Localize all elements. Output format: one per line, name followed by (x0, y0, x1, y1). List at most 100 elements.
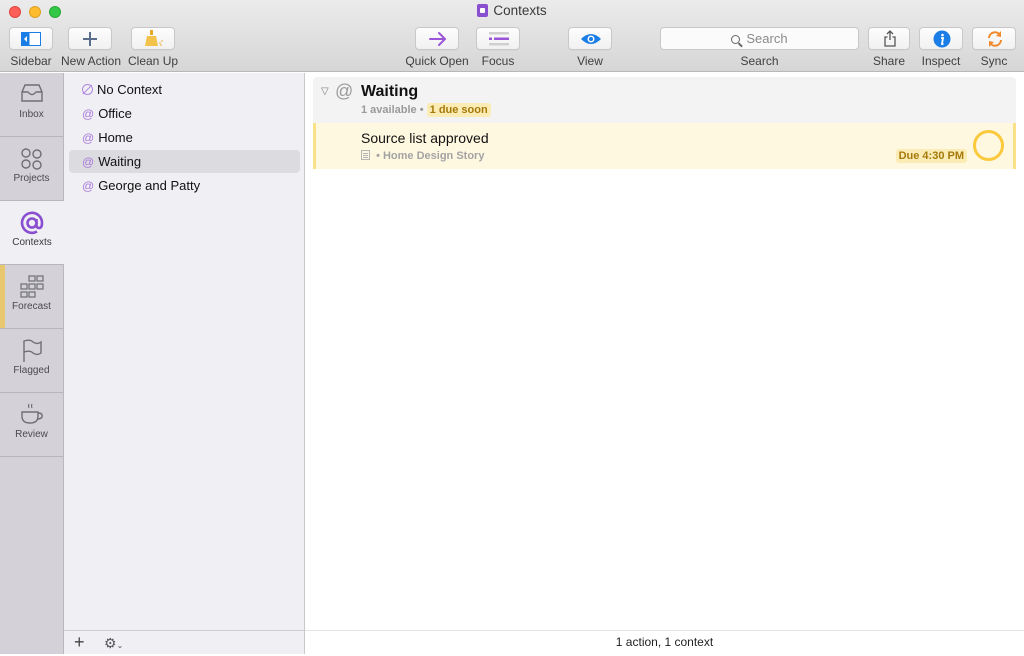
focus-label: Focus (481, 54, 515, 68)
forecast-icon (19, 275, 44, 298)
broom-icon (145, 30, 163, 46)
context-label: Office (98, 106, 132, 121)
info-icon (933, 30, 951, 48)
toolbar-new-action[interactable]: New Action (61, 27, 122, 68)
share-label: Share (872, 54, 906, 68)
at-icon (20, 211, 44, 235)
eye-icon (581, 34, 601, 44)
toolbar-sync[interactable]: Sync (972, 27, 1016, 68)
new-action-label: New Action (61, 54, 122, 68)
clean-up-label: Clean Up (128, 54, 179, 68)
inspect-label: Inspect (921, 54, 961, 68)
tab-flagged-label: Flagged (13, 365, 50, 376)
focus-button[interactable] (476, 27, 520, 50)
sidebar-button[interactable] (9, 27, 53, 50)
toolbar-search[interactable]: Search Search (660, 27, 859, 68)
search-input[interactable]: Search (660, 27, 859, 50)
add-context-button[interactable]: + (74, 631, 85, 653)
focus-list-icon (489, 32, 509, 46)
search-label: Search (740, 54, 779, 68)
perspective-tab-bar: Inbox Projects Contexts Forecast Flagged… (0, 73, 64, 654)
separator-dot: • (419, 104, 424, 116)
due-soon-badge: 1 due soon (426, 103, 491, 117)
sidebar-item-home[interactable]: @ Home (69, 126, 300, 149)
inbox-icon (20, 84, 43, 102)
action-row[interactable]: Source list approved • Home Design Story… (313, 123, 1016, 169)
tab-review-label: Review (15, 429, 48, 440)
tab-inbox-label: Inbox (19, 109, 44, 120)
quick-open-button[interactable] (415, 27, 459, 50)
sync-label: Sync (980, 54, 1008, 68)
at-icon: @ (82, 131, 95, 145)
at-icon: @ (335, 81, 354, 101)
sidebar-toggle-icon (21, 32, 41, 46)
sync-button[interactable] (972, 27, 1016, 50)
separator-dot: • (376, 150, 380, 162)
toolbar-sidebar[interactable]: Sidebar (9, 27, 53, 68)
context-label: No Context (97, 82, 163, 97)
tab-contexts[interactable]: Contexts (0, 201, 64, 265)
contexts-sidebar: No Context @ Office @ Home @ Waiting @ Georg… (64, 73, 305, 654)
action-title[interactable]: Source list approved (361, 130, 489, 146)
sidebar-item-office[interactable]: @ Office (69, 102, 300, 125)
gear-icon: ⚙ (104, 635, 117, 651)
sidebar-item-no-context[interactable]: No Context (69, 78, 300, 101)
toolbar-inspect[interactable]: Inspect (918, 27, 964, 68)
sidebar-label: Sidebar (10, 54, 52, 68)
plus-icon (83, 32, 97, 46)
at-icon: @ (82, 155, 95, 169)
clean-up-button[interactable] (131, 27, 175, 50)
window-title-text: Contexts (493, 3, 547, 18)
toolbar-focus[interactable]: Focus (476, 27, 520, 68)
tab-inbox[interactable]: Inbox (0, 73, 63, 137)
at-icon: @ (82, 179, 95, 193)
tab-forecast[interactable]: Forecast (0, 265, 63, 329)
toolbar-clean-up[interactable]: Clean Up (128, 27, 178, 68)
action-meta: • Home Design Story (361, 150, 484, 162)
sync-icon (988, 31, 1002, 47)
complete-checkbox[interactable] (973, 130, 1004, 161)
sidebar-footer: + ⚙⌄ (64, 630, 304, 654)
forecast-due-indicator (0, 265, 5, 328)
view-label: View (577, 54, 603, 68)
context-group-header[interactable]: ▽ @ Waiting 1 available • 1 due soon (313, 77, 1016, 123)
tab-projects[interactable]: Projects (0, 137, 63, 201)
new-action-button[interactable] (68, 27, 112, 50)
sidebar-item-waiting[interactable]: @ Waiting (69, 150, 300, 173)
sidebar-item-george-and-patty[interactable]: @ George and Patty (69, 174, 300, 197)
window-title: Contexts (0, 3, 1024, 18)
available-count: 1 available (361, 104, 417, 116)
group-summary: 1 available • 1 due soon (361, 103, 491, 117)
due-date-badge: Due 4:30 PM (895, 149, 967, 163)
share-icon (884, 30, 896, 47)
context-label: Home (98, 130, 133, 145)
share-button[interactable] (868, 27, 910, 50)
disclosure-triangle-icon[interactable]: ▽ (321, 86, 329, 97)
coffee-cup-icon (20, 403, 43, 424)
flag-icon (22, 339, 42, 362)
context-label: George and Patty (98, 178, 201, 193)
search-placeholder: Search (746, 31, 788, 46)
project-name: Home Design Story (382, 150, 485, 162)
toolbar-view[interactable]: View (568, 27, 612, 68)
main-outline: ▽ @ Waiting 1 available • 1 due soon Sou… (305, 73, 1024, 654)
chevron-down-icon: ⌄ (116, 641, 124, 650)
projects-icon (20, 148, 42, 170)
settings-menu-button[interactable]: ⚙⌄ (104, 633, 123, 656)
no-context-icon (82, 84, 93, 95)
group-title: Waiting (361, 83, 419, 100)
tab-projects-label: Projects (13, 173, 50, 184)
at-icon: @ (82, 107, 95, 121)
omnifocus-document-icon (477, 4, 489, 17)
inspect-button[interactable] (919, 27, 963, 50)
tab-review[interactable]: Review (0, 393, 63, 457)
note-icon[interactable] (361, 150, 370, 160)
quick-open-label: Quick Open (405, 54, 469, 68)
toolbar-quick-open[interactable]: Quick Open (404, 27, 470, 68)
context-label: Waiting (98, 154, 142, 169)
tab-forecast-label: Forecast (12, 301, 51, 312)
view-button[interactable] (568, 27, 612, 50)
tab-flagged[interactable]: Flagged (0, 329, 63, 393)
search-icon (731, 35, 741, 44)
toolbar-share[interactable]: Share (868, 27, 910, 68)
